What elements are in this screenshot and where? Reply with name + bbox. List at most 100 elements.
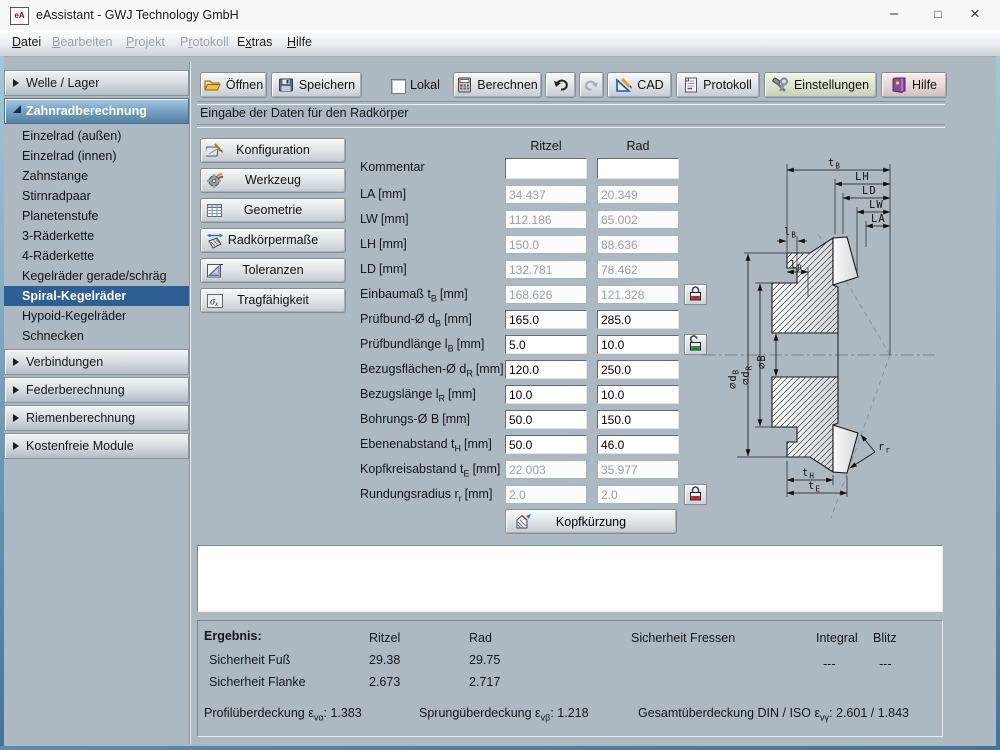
result-value: 2.673	[369, 675, 401, 689]
ebenenabstand-rad-input[interactable]	[597, 435, 679, 454]
lh-ritzel-input	[505, 235, 587, 254]
kopfkreisabstand-ritzel-input	[505, 460, 587, 479]
window-title: eAssistant - GWJ Technology GmbH	[36, 8, 239, 22]
kopfkreisabstand-rad-input	[597, 460, 679, 479]
tools-icon	[772, 77, 789, 92]
lw-rad-input	[597, 210, 679, 229]
field-label: LW [mm]	[360, 212, 409, 226]
pruefbundlaenge-ritzel-input[interactable]	[505, 335, 587, 354]
bezugsflaechen-rad-input[interactable]	[597, 360, 679, 379]
cad-button[interactable]: CAD	[607, 72, 672, 98]
local-checkbox[interactable]	[391, 79, 406, 94]
sprungueberdeckung: Sprungüberdeckung εvβ: 1.218	[419, 706, 589, 723]
app-window: eA eAssistant - GWJ Technology GmbH – □ …	[0, 0, 1000, 750]
field-label: Prüfbundlänge lB [mm]	[360, 337, 485, 354]
gesamtueberdeckung: Gesamtüberdeckung DIN / ISO εvγ: 2.601 /…	[638, 706, 909, 723]
svg-text:lB: lB	[784, 226, 797, 240]
calculate-button[interactable]: Berechnen	[453, 72, 542, 98]
protocol-button[interactable]: Protokoll	[676, 72, 760, 98]
undo-button[interactable]	[545, 72, 576, 98]
la-rad-input	[597, 185, 679, 204]
field-label: Ebenenabstand tH [mm]	[360, 437, 492, 454]
expanded-arrow-icon	[13, 105, 21, 113]
menu-datei[interactable]: Datei	[8, 30, 45, 55]
result-value: 29.38	[369, 653, 401, 667]
field-label: LD [mm]	[360, 262, 407, 276]
results-title: Ergebnis:	[204, 629, 262, 643]
collapsed-arrow-icon	[13, 79, 19, 87]
results-col-rad: Rad	[469, 631, 492, 645]
minimize-button[interactable]: –	[878, 0, 910, 30]
bezugsflaechen-ritzel-input[interactable]	[505, 360, 587, 379]
settings-button[interactable]: Einstellungen	[764, 72, 877, 98]
result-row-label: Sicherheit Fuß	[209, 653, 291, 667]
local-checkbox-label: Lokal	[410, 78, 440, 92]
menu-hilfe[interactable]: Hilfe	[283, 30, 316, 55]
window-frame-right	[996, 56, 1000, 750]
help-button[interactable]: Hilfe	[881, 72, 947, 98]
open-button[interactable]: Öffnen	[200, 72, 267, 98]
bezugslaenge-rad-input[interactable]	[597, 385, 679, 404]
pruefbund-rad-input[interactable]	[597, 310, 679, 329]
section-title: Eingabe der Daten für den Radkörper	[200, 106, 409, 120]
field-label: LA [mm]	[360, 187, 407, 201]
menu-protokoll: Protokoll	[180, 35, 229, 49]
field-label: Bezugsflächen-Ø dR [mm]	[360, 362, 504, 379]
einbaumass-rad-input	[597, 285, 679, 304]
folder-open-icon	[204, 80, 221, 91]
sidebar-separator	[189, 62, 191, 745]
field-label: Prüfbund-Ø dB [mm]	[360, 312, 472, 329]
results-panel: Ergebnis: Ritzel Rad Sicherheit Fressen …	[197, 620, 943, 737]
results-col-ritzel: Ritzel	[369, 631, 401, 645]
bohrung-rad-input[interactable]	[597, 410, 679, 429]
lw-ritzel-input	[505, 210, 587, 229]
titlebar: eA eAssistant - GWJ Technology GmbH – □ …	[0, 0, 1000, 31]
svg-text:tH: tH	[802, 467, 815, 481]
result-value: 29.75	[469, 653, 501, 667]
undo-icon	[553, 79, 568, 91]
lh-rad-input	[597, 235, 679, 254]
sidebar-section-welle-lager[interactable]: Welle / Lager	[4, 70, 189, 96]
kopfkuerzung-button[interactable]: Kopfkürzung	[505, 509, 677, 534]
maximize-button[interactable]: □	[922, 0, 954, 30]
sidebar-item-einzelrad-aussen[interactable]: Einzelrad (außen)	[4, 126, 189, 146]
rundungsradius-rad-input	[597, 485, 679, 504]
bevel-gear-drawing: tB LH LD LW LA lB lR ∅dB ∅dR ∅B tH tE rr	[703, 157, 935, 519]
pruefbund-ritzel-input[interactable]	[505, 310, 587, 329]
ebenenabstand-ritzel-input[interactable]	[505, 435, 587, 454]
la-ritzel-input	[505, 185, 587, 204]
field-label: Bohrungs-Ø B [mm]	[360, 412, 470, 426]
menu-bearbeiten: Bearbeiten	[52, 35, 113, 49]
floppy-disk-icon	[278, 78, 293, 92]
menu-extras[interactable]: Extras	[233, 30, 276, 55]
close-button[interactable]: ×	[959, 0, 991, 30]
einbaumass-ritzel-input	[505, 285, 587, 304]
svg-text:LW: LW	[869, 199, 884, 211]
save-button[interactable]: Speichern	[271, 72, 362, 98]
svg-text:∅dB: ∅dB	[727, 369, 741, 389]
cad-icon	[616, 77, 633, 92]
svg-text:LA: LA	[871, 213, 886, 225]
field-label: LH [mm]	[360, 237, 407, 251]
kommentar-rad-input[interactable]	[597, 158, 679, 179]
svg-text:∅B: ∅B	[756, 354, 768, 369]
field-label: Kopfkreisabstand tE [mm]	[360, 462, 501, 479]
results-col-integral: Integral	[816, 631, 858, 645]
result-value: ---	[879, 657, 892, 671]
field-label: Bezugslänge lR [mm]	[360, 387, 476, 404]
column-header-ritzel: Ritzel	[530, 139, 562, 153]
ld-ritzel-input	[505, 260, 587, 279]
calculator-icon	[458, 77, 472, 93]
results-col-fressen: Sicherheit Fressen	[631, 631, 736, 645]
bohrung-ritzel-input[interactable]	[505, 410, 587, 429]
field-label: Einbaumaß tB [mm]	[360, 287, 468, 304]
bezugslaenge-ritzel-input[interactable]	[505, 385, 587, 404]
pruefbundlaenge-rad-input[interactable]	[597, 335, 679, 354]
redo-icon	[585, 80, 598, 91]
profilueberdeckung: Profilüberdeckung εvα: 1.383	[204, 706, 362, 723]
sidebar-section-zahnradberechnung[interactable]: Zahnradberechnung	[4, 98, 189, 124]
tip-relief-icon	[516, 514, 531, 529]
result-value: 2.717	[469, 675, 501, 689]
window-frame-left	[0, 56, 4, 750]
kommentar-ritzel-input[interactable]	[505, 158, 587, 179]
